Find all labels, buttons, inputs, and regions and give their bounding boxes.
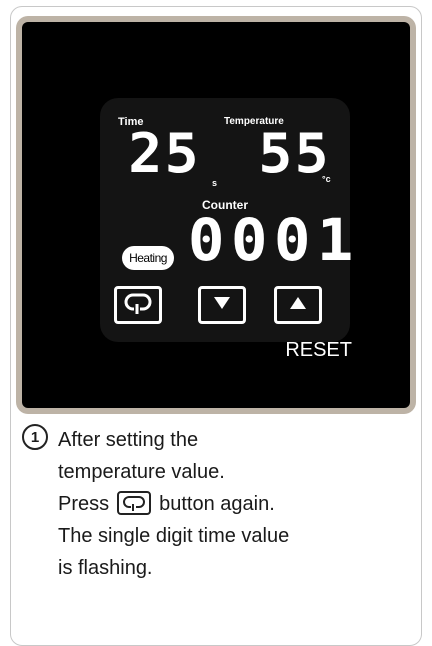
temperature-unit: °c bbox=[322, 174, 331, 184]
reset-button[interactable]: RESET bbox=[285, 339, 352, 362]
lcd-display: Time Temperature 25 s 55 °c Counter 0001… bbox=[100, 98, 353, 342]
down-button[interactable] bbox=[198, 286, 246, 324]
mode-button[interactable] bbox=[114, 286, 162, 324]
instruction-line-4: The single digit time value bbox=[58, 525, 290, 547]
controller-face: Time Temperature 25 s 55 °c Counter 0001… bbox=[22, 22, 410, 408]
counter-value: 0001 bbox=[187, 206, 360, 274]
triangle-up-icon bbox=[288, 295, 308, 316]
step-number: 1 bbox=[22, 424, 48, 450]
temperature-value: 55 bbox=[258, 122, 331, 185]
time-unit: s bbox=[212, 178, 218, 188]
button-again-text: button again. bbox=[159, 493, 275, 515]
instruction-line-1: After setting the bbox=[58, 429, 199, 451]
triangle-down-icon bbox=[212, 295, 232, 316]
instruction-text: 1 After setting the temperature value. P… bbox=[22, 424, 422, 584]
instruction-line-3: Press button again. bbox=[58, 488, 422, 520]
loop-icon bbox=[123, 292, 153, 319]
instruction-line-5: is flashing. bbox=[58, 557, 153, 579]
controller-panel: Time Temperature 25 s 55 °c Counter 0001… bbox=[16, 16, 416, 414]
instruction-line-2: temperature value. bbox=[58, 461, 225, 483]
time-value: 25 bbox=[128, 122, 201, 185]
press-text: Press bbox=[58, 493, 110, 515]
heating-indicator: Heating bbox=[122, 246, 174, 270]
up-button[interactable] bbox=[274, 286, 322, 324]
loop-icon bbox=[117, 490, 152, 515]
